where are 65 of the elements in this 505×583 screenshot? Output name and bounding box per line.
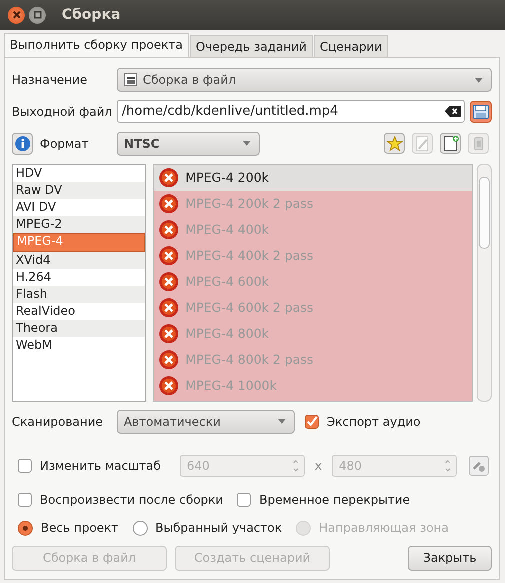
option-label: Временное перекрытие (259, 493, 410, 508)
format-item[interactable]: XVid4 (13, 252, 145, 269)
zone-label: Выбранный участок (156, 521, 282, 536)
option-label: Воспроизвести после сборки (40, 493, 224, 508)
info-button[interactable] (12, 132, 33, 155)
new-preset-button[interactable] (440, 133, 461, 154)
format-item[interactable]: HDV (13, 164, 145, 182)
format-item[interactable]: Theora (13, 320, 145, 337)
error-icon (158, 298, 179, 318)
window-title: Сборка (62, 7, 121, 23)
spin-arrows-icon[interactable] (445, 458, 452, 473)
format-dropdown[interactable]: NTSC (117, 132, 260, 156)
error-icon (158, 194, 179, 214)
export-audio-label: Экспорт аудио (327, 414, 421, 429)
save-button[interactable] (470, 100, 492, 123)
preset-item[interactable]: MPEG-4 200k (154, 164, 472, 191)
info-icon (14, 136, 30, 152)
spin-arrows-icon[interactable] (293, 458, 299, 473)
error-icon (158, 324, 179, 344)
resize-label: Изменить масштаб (40, 458, 162, 473)
format-item[interactable]: Raw DV (13, 182, 145, 199)
error-icon (158, 168, 179, 188)
format-item[interactable]: MPEG-2 (13, 216, 145, 233)
scanning-dropdown[interactable]: Автоматически (117, 410, 295, 434)
zone-label: Направляющая зона (319, 521, 449, 536)
new-document-icon (442, 136, 458, 152)
output-file-label: Выходной файл (12, 104, 114, 119)
format-item[interactable]: H.264 (13, 268, 145, 286)
error-icon (158, 376, 179, 396)
format-item[interactable]: RealVideo (13, 302, 145, 320)
floppy-icon (473, 104, 489, 119)
scanning-label: Сканирование (12, 414, 104, 429)
clear-icon[interactable] (445, 106, 461, 118)
dialog-button[interactable]: Закрыть (408, 546, 492, 571)
zone-radio[interactable] (132, 520, 148, 536)
clapperboard-icon (124, 73, 138, 87)
minimize-button[interactable] (29, 6, 46, 24)
error-icon (158, 350, 179, 370)
zone-radio[interactable] (18, 520, 33, 536)
error-icon (158, 220, 179, 240)
zone-label: Весь проект (41, 521, 119, 536)
error-icon (158, 272, 179, 292)
option-checkbox[interactable] (18, 493, 32, 508)
size-separator: x (315, 458, 322, 473)
tab[interactable]: Сценарии (314, 35, 388, 57)
close-icon (12, 10, 22, 20)
option-checkbox[interactable] (237, 493, 252, 508)
error-icon (158, 246, 179, 266)
resize-checkbox[interactable] (18, 458, 32, 473)
format-item[interactable]: Flash (13, 286, 145, 303)
destination-dropdown[interactable]: Сборка в файл (117, 68, 492, 92)
format-label: Формат (40, 136, 90, 151)
link-button[interactable] (469, 456, 490, 476)
tab[interactable]: Выполнить сборку проекта (4, 33, 189, 57)
output-file-field[interactable]: /home/cdb/kdenlive/untitled.mp4 (117, 100, 465, 124)
export-audio-checkbox[interactable] (305, 414, 319, 429)
close-button[interactable] (8, 6, 25, 24)
scrollbar[interactable] (477, 164, 492, 402)
tab[interactable]: Очередь заданий (190, 35, 313, 57)
star-icon (386, 136, 402, 152)
pencil-icon (414, 136, 430, 152)
destination-label: Назначение (12, 73, 88, 87)
format-item[interactable]: AVI DV (13, 198, 145, 216)
favorite-button[interactable] (384, 133, 405, 154)
format-item[interactable]: WebM (13, 336, 145, 354)
